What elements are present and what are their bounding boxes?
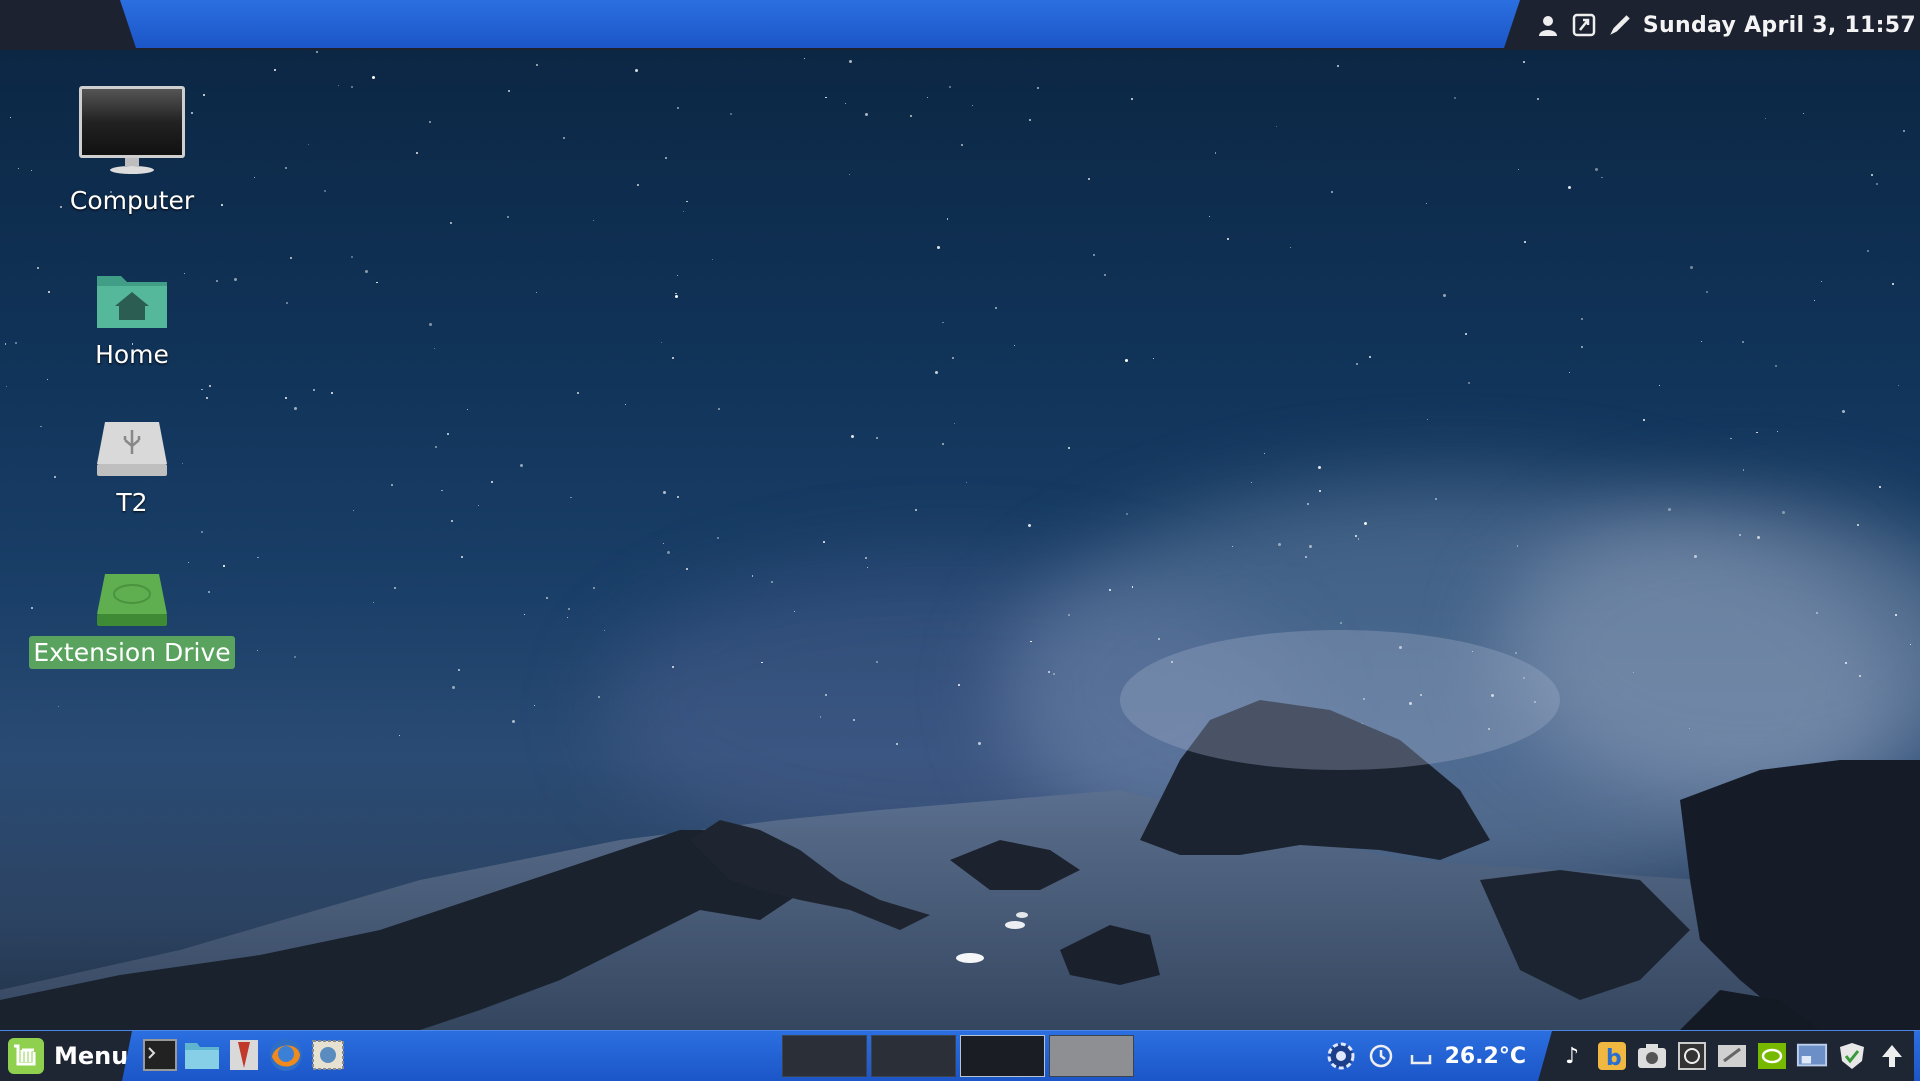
workspace-2[interactable]: [871, 1035, 956, 1077]
mountain-silhouette: [0, 630, 1920, 1030]
top-panel: Sunday April 3, 11:57: [0, 0, 1920, 50]
usb-drive-icon: [97, 422, 167, 476]
svg-text:b: b: [1606, 1046, 1622, 1071]
system-tray: 26.2°C ♪ b: [1325, 1031, 1920, 1081]
firefox-icon[interactable]: [268, 1036, 304, 1074]
camera-icon[interactable]: [1636, 1040, 1668, 1072]
keyboard-icon[interactable]: [1405, 1040, 1437, 1072]
workspace-switcher: [782, 1035, 1134, 1077]
desktop-item-t2[interactable]: T2: [28, 420, 236, 519]
screenshot-icon[interactable]: [1571, 12, 1597, 38]
temperature-readout[interactable]: 26.2°C: [1445, 1044, 1526, 1069]
files-icon[interactable]: [184, 1036, 220, 1074]
desktop-item-computer[interactable]: Computer: [28, 82, 236, 217]
clock-icon[interactable]: [1365, 1040, 1397, 1072]
computer-icon: [79, 86, 185, 174]
display-icon[interactable]: [1796, 1040, 1828, 1072]
terminal-icon[interactable]: [142, 1036, 178, 1074]
desktop-wallpaper: [0, 0, 1920, 1080]
text-editor-icon[interactable]: [226, 1036, 262, 1074]
hard-drive-icon: [97, 574, 167, 626]
panel-launchers: [142, 1036, 346, 1074]
home-folder-icon: [97, 276, 167, 328]
mint-logo-icon: [6, 1036, 46, 1076]
system-monitor-icon[interactable]: [1676, 1040, 1708, 1072]
network-tool-icon[interactable]: [1716, 1040, 1748, 1072]
desktop-item-label: Extension Drive: [29, 636, 235, 669]
desktop-item-home[interactable]: Home: [28, 268, 236, 371]
music-note-icon[interactable]: ♪: [1556, 1040, 1588, 1072]
workspace-3[interactable]: [960, 1035, 1045, 1077]
tray-applets: 26.2°C: [1325, 1040, 1526, 1072]
bottom-panel: Menu 26.2°C ♪ b: [0, 1030, 1920, 1081]
settings-gear-icon[interactable]: [1325, 1040, 1357, 1072]
desktop-item-extension-drive[interactable]: Extension Drive: [28, 572, 236, 669]
desktop-item-label: Computer: [69, 186, 195, 215]
workspace-4[interactable]: [1049, 1035, 1134, 1077]
nvidia-icon[interactable]: [1756, 1040, 1788, 1072]
menu-button[interactable]: Menu: [0, 1031, 132, 1081]
update-arrow-icon[interactable]: [1876, 1040, 1908, 1072]
user-icon[interactable]: [1535, 12, 1561, 38]
shield-icon[interactable]: [1836, 1040, 1868, 1072]
bluetooth-icon[interactable]: b: [1596, 1040, 1628, 1072]
mail-icon[interactable]: [310, 1036, 346, 1074]
menu-label: Menu: [54, 1042, 129, 1070]
pen-icon[interactable]: [1607, 12, 1633, 38]
desktop-item-label: Home: [95, 340, 169, 369]
desktop-item-label: T2: [116, 488, 148, 517]
clock-applet[interactable]: Sunday April 3, 11:57: [1643, 13, 1916, 38]
tray-status-area: ♪ b: [1538, 1031, 1914, 1081]
workspace-1[interactable]: [782, 1035, 867, 1077]
top-panel-band: [120, 0, 1520, 48]
top-panel-applets: Sunday April 3, 11:57: [1520, 0, 1920, 50]
